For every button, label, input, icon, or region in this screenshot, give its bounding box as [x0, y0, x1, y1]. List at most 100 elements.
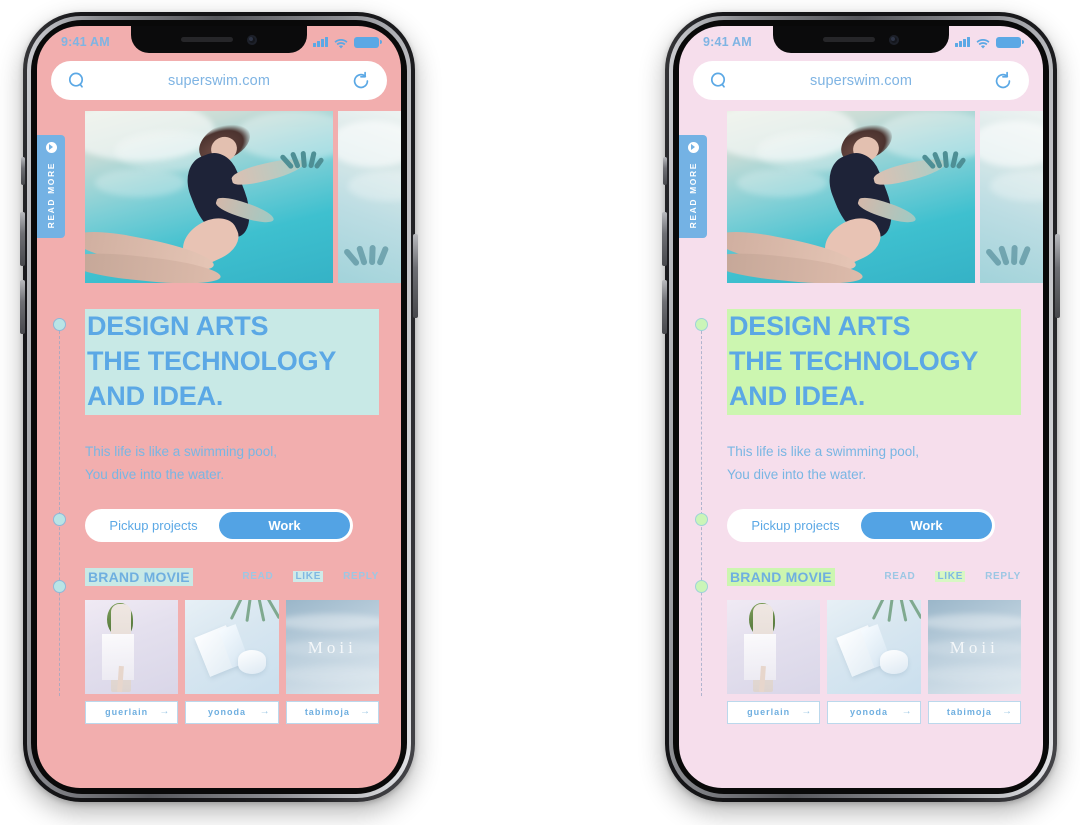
timeline-dot[interactable]	[695, 580, 708, 593]
hero-image-secondary[interactable]	[338, 111, 401, 283]
brand-name: tabimoja	[304, 707, 350, 718]
hero-gallery	[85, 111, 401, 283]
brand-button-tabimoja[interactable]: tabimoja →	[927, 700, 1021, 724]
earpiece-speaker-icon	[823, 37, 875, 42]
browser-address-bar[interactable]: superswim.com	[51, 61, 387, 100]
thumbnail-card: yonoda →	[185, 599, 279, 724]
brand-button-tabimoja[interactable]: tabimoja →	[285, 700, 379, 724]
power-button[interactable]	[1055, 234, 1060, 318]
page-content: READ MORE DESIGN ARTS THE TECHNOLOGY AND…	[679, 111, 1043, 724]
volume-up-button[interactable]	[662, 212, 667, 266]
toggle-work[interactable]: Work	[861, 511, 992, 539]
link-read[interactable]: READ	[242, 571, 273, 582]
timeline-dot[interactable]	[53, 318, 66, 331]
thumbnail-card: yonoda →	[827, 599, 921, 724]
reload-icon[interactable]	[351, 71, 371, 91]
subtext-line-1: This life is like a swimming pool,	[727, 443, 920, 459]
status-time: 9:41 AM	[703, 35, 752, 49]
brand-movie-row: BRAND MOVIE READ LIKE REPLY	[85, 567, 379, 586]
hero-image-secondary[interactable]	[980, 111, 1043, 283]
url-text[interactable]: superswim.com	[729, 73, 993, 89]
link-read[interactable]: READ	[884, 571, 915, 582]
silent-switch[interactable]	[663, 157, 667, 185]
phone-mockup-stage: 9:41 AM superswim.com READ MORE DESIGN A…	[0, 0, 1080, 825]
link-reply[interactable]: REPLY	[985, 571, 1021, 582]
reload-icon[interactable]	[993, 71, 1013, 91]
timeline-dot[interactable]	[53, 580, 66, 593]
volume-up-button[interactable]	[20, 212, 25, 266]
hero-image-swimmer[interactable]	[85, 111, 333, 283]
timeline-dot[interactable]	[695, 513, 708, 526]
volume-down-button[interactable]	[20, 280, 25, 334]
front-camera-icon	[889, 34, 899, 45]
front-camera-icon	[247, 34, 257, 45]
play-circle-icon	[45, 142, 57, 153]
content-column: DESIGN ARTS THE TECHNOLOGY AND IDEA. Thi…	[679, 309, 1043, 724]
subtext-line-2: You dive into the water.	[85, 467, 225, 483]
arrow-right-icon: →	[259, 706, 270, 718]
read-more-tab[interactable]: READ MORE	[37, 135, 65, 238]
toggle-pickup-projects[interactable]: Pickup projects	[88, 512, 219, 539]
url-text[interactable]: superswim.com	[87, 73, 351, 89]
headline-line-2: THE TECHNOLOGY	[727, 344, 1021, 380]
thumbnail-image-yonoda[interactable]	[827, 599, 921, 694]
brand-name: yonoda	[207, 707, 246, 718]
subtext-line-2: You dive into the water.	[727, 467, 867, 483]
arrow-right-icon: →	[801, 706, 812, 718]
cellular-signal-icon	[955, 37, 970, 47]
brand-movie-title: BRAND MOVIE	[727, 567, 835, 586]
search-icon[interactable]	[67, 71, 87, 91]
timeline-dot[interactable]	[695, 318, 708, 331]
thumbnail-image-yonoda[interactable]	[185, 599, 279, 694]
play-circle-icon	[687, 142, 699, 153]
thumbnail-card: guerlain →	[727, 599, 821, 724]
hero-gallery	[727, 111, 1043, 283]
brand-name: guerlain	[747, 707, 791, 718]
link-like[interactable]: LIKE	[293, 571, 324, 583]
battery-icon	[354, 36, 382, 48]
notch	[773, 26, 949, 53]
brand-button-guerlain[interactable]: guerlain →	[727, 700, 821, 724]
thumbnail-card: Moii tabimoja →	[285, 599, 379, 724]
brand-movie-title: BRAND MOVIE	[85, 567, 193, 586]
content-column: DESIGN ARTS THE TECHNOLOGY AND IDEA. Thi…	[37, 309, 401, 724]
silent-switch[interactable]	[21, 157, 25, 185]
arrow-right-icon: →	[901, 706, 912, 718]
headline-line-1: DESIGN ARTS	[85, 309, 379, 345]
arrow-right-icon: →	[159, 706, 170, 718]
hand-silhouette	[342, 237, 390, 271]
read-more-label: READ MORE	[688, 162, 698, 229]
headline-line-1: DESIGN ARTS	[727, 309, 1021, 345]
brand-button-yonoda[interactable]: yonoda →	[827, 700, 921, 724]
brand-button-guerlain[interactable]: guerlain →	[85, 700, 179, 724]
phone-screen: 9:41 AM superswim.com READ MORE DESIGN A…	[679, 26, 1043, 788]
thumbnail-image-guerlain[interactable]	[727, 599, 821, 694]
search-icon[interactable]	[709, 71, 729, 91]
thumbnail-grid: guerlain → yonoda → Moii tabimoja →	[85, 599, 379, 724]
segmented-toggle[interactable]: Pickup projects Work	[85, 508, 353, 542]
power-button[interactable]	[413, 234, 418, 318]
hero-image-swimmer[interactable]	[727, 111, 975, 283]
status-icons	[955, 36, 1024, 49]
thumbnail-image-guerlain[interactable]	[85, 599, 179, 694]
timeline-dot[interactable]	[53, 513, 66, 526]
browser-address-bar[interactable]: superswim.com	[693, 61, 1029, 100]
cellular-signal-icon	[313, 37, 328, 47]
read-more-tab[interactable]: READ MORE	[679, 135, 707, 238]
timeline-dashed-line	[701, 326, 702, 696]
volume-down-button[interactable]	[662, 280, 667, 334]
segmented-toggle[interactable]: Pickup projects Work	[727, 508, 995, 542]
toggle-pickup-projects[interactable]: Pickup projects	[730, 512, 861, 539]
thumbnail-image-tabimoja[interactable]: Moii	[285, 599, 379, 694]
wifi-icon	[334, 37, 348, 49]
page-subtext: This life is like a swimming pool, You d…	[727, 440, 1021, 487]
notch	[131, 26, 307, 53]
brand-name: guerlain	[105, 707, 149, 718]
link-like[interactable]: LIKE	[935, 571, 966, 583]
link-reply[interactable]: REPLY	[343, 571, 379, 582]
brand-name: tabimoja	[946, 707, 992, 718]
subtext-line-1: This life is like a swimming pool,	[85, 443, 278, 459]
thumbnail-image-tabimoja[interactable]: Moii	[927, 599, 1021, 694]
brand-button-yonoda[interactable]: yonoda →	[185, 700, 279, 724]
toggle-work[interactable]: Work	[219, 511, 350, 539]
